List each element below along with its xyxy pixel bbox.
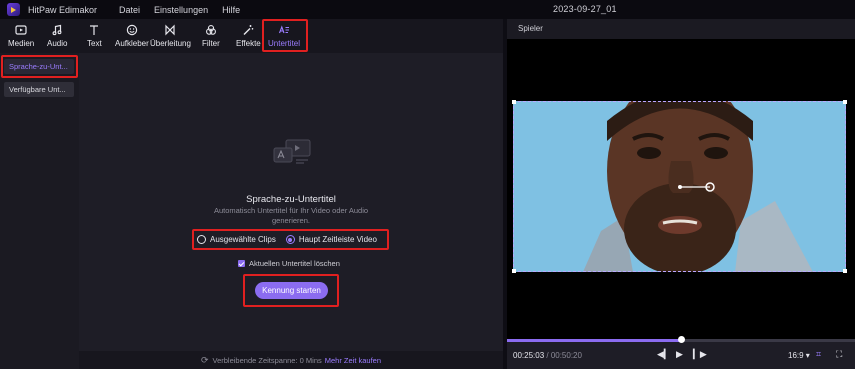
preview-area: [507, 39, 855, 339]
resize-handle-top-left[interactable]: [512, 100, 516, 104]
time-separator: /: [544, 351, 551, 360]
sticker-icon: [126, 24, 138, 36]
progress-knob[interactable]: [677, 336, 685, 343]
panel-heading: Sprache-zu-Untertitel: [246, 194, 336, 205]
music-note-icon: [52, 24, 62, 36]
menu-bar: Datei Einstellungen Hilfe: [119, 5, 240, 15]
highlight-frame-subtitles: [262, 19, 308, 52]
crop-icon[interactable]: ⌗: [816, 349, 821, 360]
resize-handle-bottom-right[interactable]: [843, 269, 847, 273]
clear-subtitles-option[interactable]: Aktuellen Untertitel löschen: [238, 259, 340, 268]
player-controls: 00:25:03 / 00:50:20 ◀▎ ▶ ▎▶ 16:9 ▾ ⌗ ⛶: [507, 346, 855, 369]
app-name: HitPaw Edimakor: [28, 4, 98, 15]
filter-icon: [205, 25, 216, 35]
tool-label: Audio: [47, 39, 68, 48]
magic-wand-icon: [243, 25, 254, 35]
subtitle-sidebar: Sprache-zu-Unt... Verfügbare Unt...: [0, 53, 79, 369]
refresh-icon[interactable]: ⟳: [201, 355, 209, 366]
tool-text[interactable]: Text: [87, 22, 102, 50]
tool-label: Aufkleber: [115, 39, 149, 48]
menu-datei[interactable]: Datei: [119, 5, 140, 15]
play-icon[interactable]: ▶: [676, 349, 683, 360]
player-header: Spieler: [507, 19, 855, 39]
remaining-time-bar: ⟳ Verbleibende Zeitspanne: 0 Mins Mehr Z…: [79, 351, 503, 369]
fullscreen-icon[interactable]: ⛶: [836, 349, 842, 360]
tool-label: Medien: [8, 39, 35, 48]
media-toolbar: Medien Audio Text Aufkleber Überleitung …: [0, 19, 503, 53]
transition-icon: [165, 24, 176, 36]
tool-media[interactable]: Medien: [8, 22, 34, 50]
remaining-time-text: Verbleibende Zeitspanne: 0 Mins: [212, 355, 322, 365]
tool-sticker[interactable]: Aufkleber: [115, 22, 149, 50]
speech-to-text-panel: Sprache-zu-Untertitel Automatisch Untert…: [79, 53, 503, 369]
speech-subtitle-illustration-icon: [273, 139, 311, 164]
player-panel: Spieler 00:25:03 / 00:50:20 ◀▎ ▶ ▎▶ 16:9…: [507, 19, 855, 369]
tool-effects[interactable]: Effekte: [236, 22, 261, 50]
editor-panel: Medien Audio Text Aufkleber Überleitung …: [0, 19, 503, 369]
title-bar: HitPaw Edimakor Datei Einstellungen Hilf…: [0, 0, 855, 19]
current-time: 00:25:03: [513, 351, 545, 360]
tool-audio[interactable]: Audio: [47, 22, 67, 50]
menu-einstellungen[interactable]: Einstellungen: [154, 5, 208, 15]
document-title: 2023-09-27_01: [553, 4, 617, 14]
media-icon: [15, 25, 27, 35]
menu-hilfe[interactable]: Hilfe: [222, 5, 240, 15]
highlight-frame-radio: [192, 229, 389, 250]
playback-progress-bar[interactable]: [507, 336, 855, 343]
aspect-ratio-select[interactable]: 16:9 ▾: [788, 351, 810, 360]
aspect-ratio-value: 16:9: [788, 351, 804, 360]
previous-frame-icon[interactable]: ◀▎: [657, 349, 671, 360]
resize-handle-top-right[interactable]: [843, 100, 847, 104]
highlight-frame-sidebar: [1, 55, 78, 78]
checkbox: [238, 260, 245, 267]
total-time: 00:50:20: [550, 351, 582, 360]
highlight-frame-start: [243, 274, 339, 307]
tool-label: Text: [87, 39, 102, 48]
panel-description: Automatisch Untertitel für Ihr Video ode…: [213, 206, 369, 225]
resize-handle-bottom-left[interactable]: [512, 269, 516, 273]
app-logo: [7, 3, 20, 16]
text-icon: [90, 25, 99, 35]
tool-label: Überleitung: [150, 39, 191, 48]
progress-fill: [507, 339, 681, 342]
time-display: 00:25:03 / 00:50:20: [513, 351, 582, 360]
tool-label: Filter: [202, 39, 220, 48]
tool-transition[interactable]: Überleitung: [150, 22, 191, 50]
sidebar-item-available-subtitles[interactable]: Verfügbare Unt...: [4, 82, 74, 97]
tool-filter[interactable]: Filter: [202, 22, 220, 50]
checkbox-label: Aktuellen Untertitel löschen: [249, 259, 340, 268]
next-frame-icon[interactable]: ▎▶: [693, 349, 707, 360]
buy-more-time-link[interactable]: Mehr Zeit kaufen: [325, 356, 381, 365]
selection-bounding-box[interactable]: [512, 100, 847, 273]
tool-label: Effekte: [236, 39, 261, 48]
